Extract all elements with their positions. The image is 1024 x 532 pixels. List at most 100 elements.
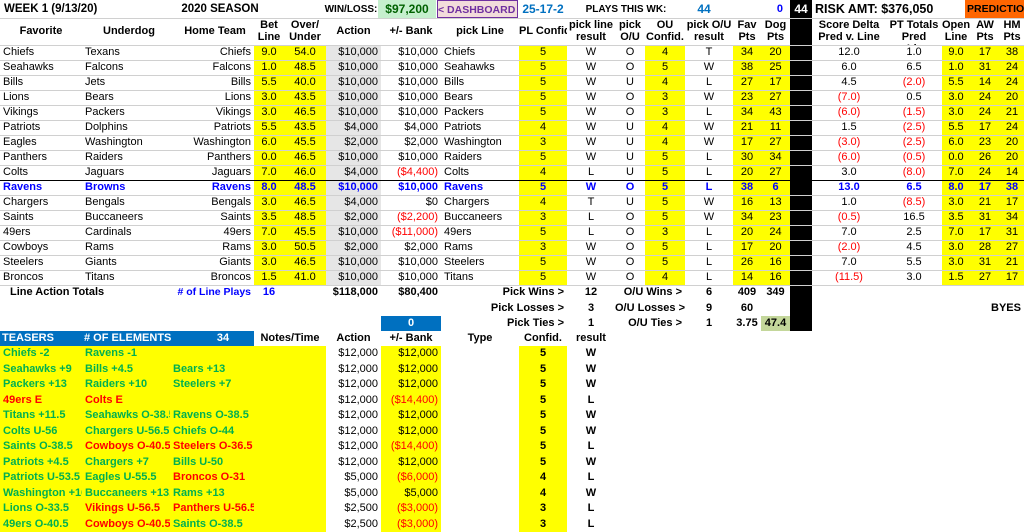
cell-ou-confid[interactable]: 5: [645, 210, 685, 225]
teaser-confid[interactable]: 5: [519, 362, 567, 378]
cell-dog-pts[interactable]: 16: [761, 270, 790, 285]
cell-action[interactable]: $4,000: [326, 120, 381, 135]
cell-pick-ou-result[interactable]: L: [685, 105, 733, 120]
teaser-confid[interactable]: 4: [519, 470, 567, 486]
cell-action[interactable]: $4,000: [326, 195, 381, 210]
cell-pick-line[interactable]: Washington: [441, 135, 519, 150]
teaser-confid[interactable]: 5: [519, 455, 567, 471]
cell-bet-line[interactable]: 3.0: [254, 105, 284, 120]
cell-pl-confid[interactable]: 3: [519, 240, 567, 255]
cell-bank[interactable]: ($2,200): [381, 210, 441, 225]
teaser-bank[interactable]: $12,000: [381, 377, 441, 393]
cell-over-under[interactable]: 46.5: [284, 195, 326, 210]
cell-pt-totals[interactable]: (8.5): [886, 195, 942, 210]
cell-fav-pts[interactable]: 21: [733, 120, 761, 135]
cell-score-delta[interactable]: 13.0: [812, 180, 886, 195]
cell-favorite[interactable]: Saints: [0, 210, 82, 225]
cell-hm-pts[interactable]: 24: [1000, 60, 1024, 75]
cell-pick-ou[interactable]: O: [615, 45, 645, 60]
cell-pick-ou[interactable]: O: [615, 270, 645, 285]
teaser-confid[interactable]: 3: [519, 501, 567, 517]
cell-favorite[interactable]: Panthers: [0, 150, 82, 165]
teaser-action[interactable]: $12,000: [326, 393, 381, 409]
cell-pick-line-result[interactable]: L: [567, 210, 615, 225]
cell-hm-pts[interactable]: 21: [1000, 255, 1024, 270]
cell-aw-pts[interactable]: 24: [970, 105, 1000, 120]
cell-pick-ou-result[interactable]: W: [685, 60, 733, 75]
cell-pt-totals[interactable]: (8.0): [886, 165, 942, 180]
cell-aw-pts[interactable]: 14: [970, 75, 1000, 90]
cell-fav-pts[interactable]: 34: [733, 45, 761, 60]
cell-pick-ou-result[interactable]: L: [685, 75, 733, 90]
cell-bet-line[interactable]: 3.0: [254, 90, 284, 105]
cell-bank[interactable]: $10,000: [381, 255, 441, 270]
cell-pick-ou-result[interactable]: L: [685, 270, 733, 285]
cell-fav-pts[interactable]: 20: [733, 225, 761, 240]
teaser-type[interactable]: [441, 501, 519, 517]
cell-home-team[interactable]: Panthers: [176, 150, 254, 165]
cell-over-under[interactable]: 41.0: [284, 270, 326, 285]
cell-favorite[interactable]: Steelers: [0, 255, 82, 270]
cell-ou-confid[interactable]: 5: [645, 240, 685, 255]
cell-home-team[interactable]: Bills: [176, 75, 254, 90]
cell-open-line[interactable]: 3.0: [942, 90, 970, 105]
cell-fav-pts[interactable]: 30: [733, 150, 761, 165]
cell-fav-pts[interactable]: 27: [733, 75, 761, 90]
teaser-leg[interactable]: Chiefs O-44: [170, 424, 254, 440]
teaser-type[interactable]: [441, 346, 519, 362]
cell-pick-line-result[interactable]: W: [567, 45, 615, 60]
cell-home-team[interactable]: Vikings: [176, 105, 254, 120]
cell-pick-line[interactable]: Chargers: [441, 195, 519, 210]
cell-score-delta[interactable]: 4.5: [812, 75, 886, 90]
teaser-leg[interactable]: Bills U-50: [170, 455, 254, 471]
cell-fav-pts[interactable]: 34: [733, 105, 761, 120]
cell-home-team[interactable]: Lions: [176, 90, 254, 105]
cell-pick-ou-result[interactable]: L: [685, 180, 733, 195]
dashboard-button[interactable]: < DASHBOARD >: [437, 0, 518, 18]
cell-home-team[interactable]: Jaguars: [176, 165, 254, 180]
cell-bet-line[interactable]: 0.0: [254, 150, 284, 165]
cell-action[interactable]: $10,000: [326, 150, 381, 165]
cell-open-line[interactable]: 3.0: [942, 105, 970, 120]
cell-fav-pts[interactable]: 38: [733, 180, 761, 195]
cell-pick-line[interactable]: Raiders: [441, 150, 519, 165]
teaser-result[interactable]: W: [567, 424, 615, 440]
cell-underdog[interactable]: Cardinals: [82, 225, 176, 240]
cell-action[interactable]: $10,000: [326, 75, 381, 90]
cell-hm-pts[interactable]: 27: [1000, 240, 1024, 255]
cell-underdog[interactable]: Bears: [82, 90, 176, 105]
cell-pick-line-result[interactable]: L: [567, 225, 615, 240]
cell-pick-line[interactable]: Chiefs: [441, 45, 519, 60]
cell-ou-confid[interactable]: 3: [645, 90, 685, 105]
teaser-confid[interactable]: 5: [519, 393, 567, 409]
cell-pl-confid[interactable]: 4: [519, 120, 567, 135]
cell-pl-confid[interactable]: 5: [519, 105, 567, 120]
teaser-action[interactable]: $12,000: [326, 439, 381, 455]
cell-pick-line[interactable]: Patriots: [441, 120, 519, 135]
cell-dog-pts[interactable]: 34: [761, 150, 790, 165]
cell-favorite[interactable]: Ravens: [0, 180, 82, 195]
cell-action[interactable]: $10,000: [326, 60, 381, 75]
cell-aw-pts[interactable]: 27: [970, 270, 1000, 285]
teaser-action[interactable]: $12,000: [326, 377, 381, 393]
cell-pick-line-result[interactable]: W: [567, 150, 615, 165]
cell-home-team[interactable]: Saints: [176, 210, 254, 225]
cell-bank[interactable]: $10,000: [381, 180, 441, 195]
teaser-leg[interactable]: Steelers +7: [170, 377, 254, 393]
cell-pt-totals[interactable]: 0.5: [886, 90, 942, 105]
cell-over-under[interactable]: 46.5: [284, 105, 326, 120]
cell-bet-line[interactable]: 7.0: [254, 225, 284, 240]
cell-ou-confid[interactable]: 4: [645, 45, 685, 60]
cell-hm-pts[interactable]: 24: [1000, 75, 1024, 90]
cell-pick-ou[interactable]: U: [615, 120, 645, 135]
teaser-confid[interactable]: 3: [519, 517, 567, 532]
cell-pt-totals[interactable]: (2.5): [886, 135, 942, 150]
teaser-leg[interactable]: Buccaneers +13.5: [82, 486, 170, 502]
cell-underdog[interactable]: Texans: [82, 45, 176, 60]
cell-pick-line[interactable]: Colts: [441, 165, 519, 180]
cell-pt-totals[interactable]: (2.0): [886, 75, 942, 90]
cell-open-line[interactable]: 3.0: [942, 240, 970, 255]
cell-open-line[interactable]: 7.0: [942, 225, 970, 240]
cell-bank[interactable]: $0: [381, 195, 441, 210]
cell-hm-pts[interactable]: 20: [1000, 90, 1024, 105]
